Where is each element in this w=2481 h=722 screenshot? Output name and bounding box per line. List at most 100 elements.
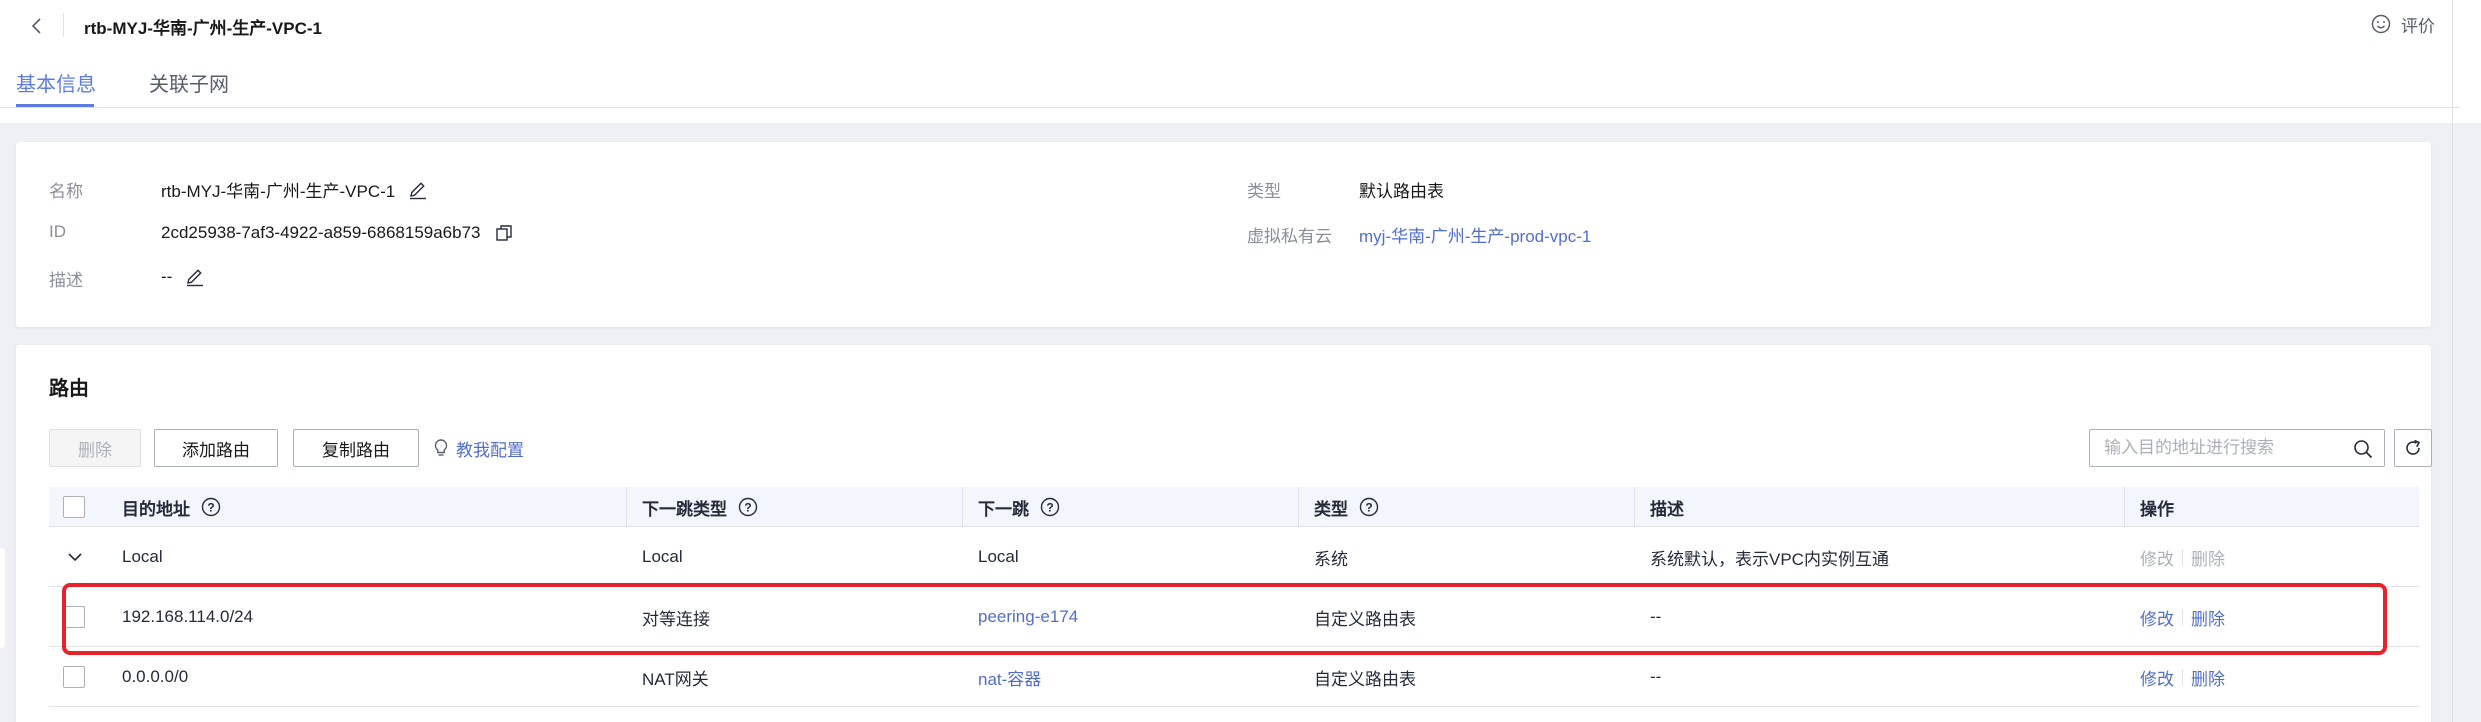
routes-card: 路由 删除 添加路由 复制路由 教我配置 目的地址 ? xyxy=(16,345,2432,722)
desc-label: 描述 xyxy=(49,271,83,290)
cell-description: -- xyxy=(1650,667,1662,686)
col-destination-label: 目的地址 xyxy=(122,499,190,519)
vpc-label: 虚拟私有云 xyxy=(1247,227,1332,246)
routes-table: 目的地址 ? 下一跳类型 ? 下一跳 ? 类型 ? 描述 操作 Local Lo… xyxy=(49,487,2419,707)
cell-next-hop-type: NAT网关 xyxy=(642,669,709,689)
id-value: 2cd25938-7af3-4922-a859-6868159a6b73 xyxy=(161,222,515,244)
table-row: 192.168.114.0/24 对等连接 peering-e174 自定义路由… xyxy=(49,587,2419,647)
name-value: rtb-MYJ-华南-广州-生产-VPC-1 xyxy=(161,177,429,202)
svg-text:?: ? xyxy=(744,501,751,515)
col-next-hop-type: 下一跳类型 ? xyxy=(642,487,759,527)
chevron-down-icon[interactable] xyxy=(65,547,85,567)
cell-type: 自定义路由表 xyxy=(1314,669,1416,689)
delete-link[interactable]: 删除 xyxy=(2191,605,2225,630)
table-row: 0.0.0.0/0 NAT网关 nat-容器 自定义路由表 -- 修改 删除 xyxy=(49,647,2419,707)
table-row: Local Local Local 系统 系统默认，表示VPC内实例互通 修改 … xyxy=(49,527,2419,587)
column-divider[interactable] xyxy=(962,487,963,527)
refresh-icon xyxy=(2406,439,2421,455)
refresh-button[interactable] xyxy=(2394,429,2432,467)
title-divider xyxy=(63,13,64,37)
edit-icon[interactable] xyxy=(184,266,206,288)
table-header: 目的地址 ? 下一跳类型 ? 下一跳 ? 类型 ? 描述 操作 xyxy=(49,487,2419,527)
side-drawer-handle[interactable] xyxy=(0,548,5,648)
cell-operations: 修改 删除 xyxy=(2140,647,2225,707)
cell-next-hop-link[interactable]: peering-e174 xyxy=(978,587,1078,647)
col-destination: 目的地址 ? xyxy=(122,487,222,527)
desc-text: -- xyxy=(161,267,173,286)
active-tab-indicator xyxy=(16,104,94,107)
copy-icon[interactable] xyxy=(493,222,515,244)
type-label: 类型 xyxy=(1247,182,1281,201)
help-icon[interactable]: ? xyxy=(200,496,222,518)
cell-type: 自定义路由表 xyxy=(1314,609,1416,629)
col-next-hop-type-label: 下一跳类型 xyxy=(642,499,727,519)
copy-route-button[interactable]: 复制路由 xyxy=(293,429,419,467)
delete-link[interactable]: 删除 xyxy=(2191,665,2225,690)
modify-link[interactable]: 修改 xyxy=(2140,605,2174,630)
cell-operations: 修改 删除 xyxy=(2140,527,2225,587)
vpc-link[interactable]: myj-华南-广州-生产-prod-vpc-1 xyxy=(1359,222,1591,247)
type-value: 默认路由表 xyxy=(1359,182,1444,201)
desc-value: -- xyxy=(161,266,206,288)
op-divider xyxy=(2182,669,2183,685)
add-route-button[interactable]: 添加路由 xyxy=(154,429,278,467)
col-next-hop-label: 下一跳 xyxy=(978,499,1029,519)
lightbulb-icon xyxy=(434,439,448,456)
cell-next-hop-type: Local xyxy=(642,547,683,566)
page-title: rtb-MYJ-华南-广州-生产-VPC-1 xyxy=(84,19,322,38)
basic-info-card: 名称 rtb-MYJ-华南-广州-生产-VPC-1 ID 2cd25938-7a… xyxy=(16,142,2431,327)
tab-bar: 基本信息 关联子网 xyxy=(0,60,2460,108)
edit-icon[interactable] xyxy=(407,179,429,201)
id-label: ID xyxy=(49,222,66,241)
row-checkbox[interactable] xyxy=(63,605,85,628)
help-icon[interactable]: ? xyxy=(1358,496,1380,518)
cell-operations: 修改 删除 xyxy=(2140,587,2225,647)
col-operations: 操作 xyxy=(2140,499,2174,519)
modify-link[interactable]: 修改 xyxy=(2140,545,2174,570)
cell-description: -- xyxy=(1650,607,1662,626)
cell-next-hop-type: 对等连接 xyxy=(642,609,710,629)
row-checkbox[interactable] xyxy=(63,665,85,688)
smiley-icon xyxy=(2371,14,2391,34)
id-text: 2cd25938-7af3-4922-a859-6868159a6b73 xyxy=(161,223,481,242)
name-label: 名称 xyxy=(49,182,83,201)
search-input[interactable] xyxy=(2104,438,2324,458)
tab-associated-subnets[interactable]: 关联子网 xyxy=(149,68,229,97)
cell-type: 系统 xyxy=(1314,549,1348,569)
content-edge-line xyxy=(2452,0,2453,722)
cell-destination: Local xyxy=(122,547,163,566)
routes-section-title: 路由 xyxy=(49,378,89,400)
teach-me-label: 教我配置 xyxy=(456,440,524,460)
col-next-hop: 下一跳 ? xyxy=(978,487,1061,527)
col-type: 类型 ? xyxy=(1314,487,1380,527)
cell-next-hop-link[interactable]: nat-容器 xyxy=(978,647,1041,707)
col-description: 描述 xyxy=(1650,499,1684,519)
svg-text:?: ? xyxy=(1365,501,1372,515)
rate-button[interactable]: 评价 xyxy=(2370,10,2435,38)
tab-basic-info[interactable]: 基本信息 xyxy=(16,68,96,97)
cell-destination: 192.168.114.0/24 xyxy=(122,607,254,626)
help-icon[interactable]: ? xyxy=(737,496,759,518)
column-divider[interactable] xyxy=(2124,487,2125,527)
op-divider xyxy=(2182,609,2183,625)
col-type-label: 类型 xyxy=(1314,499,1348,519)
modify-link[interactable]: 修改 xyxy=(2140,665,2174,690)
svg-text:?: ? xyxy=(1046,501,1053,515)
cell-next-hop: Local xyxy=(978,547,1019,566)
search-icon[interactable] xyxy=(2352,438,2374,460)
help-icon[interactable]: ? xyxy=(1039,496,1061,518)
rate-label: 评价 xyxy=(2401,16,2435,36)
delete-link[interactable]: 删除 xyxy=(2191,545,2225,570)
chevron-left-icon[interactable] xyxy=(22,11,52,41)
op-divider xyxy=(2182,549,2183,565)
cell-description: 系统默认，表示VPC内实例互通 xyxy=(1650,549,1889,569)
search-box xyxy=(2089,429,2385,467)
cell-destination: 0.0.0.0/0 xyxy=(122,667,189,686)
column-divider[interactable] xyxy=(1298,487,1299,527)
name-text: rtb-MYJ-华南-广州-生产-VPC-1 xyxy=(161,182,396,201)
column-divider[interactable] xyxy=(626,487,627,527)
select-all-checkbox[interactable] xyxy=(63,495,85,518)
delete-button[interactable]: 删除 xyxy=(49,429,141,467)
teach-me-link[interactable]: 教我配置 xyxy=(432,429,524,467)
column-divider[interactable] xyxy=(1634,487,1635,527)
